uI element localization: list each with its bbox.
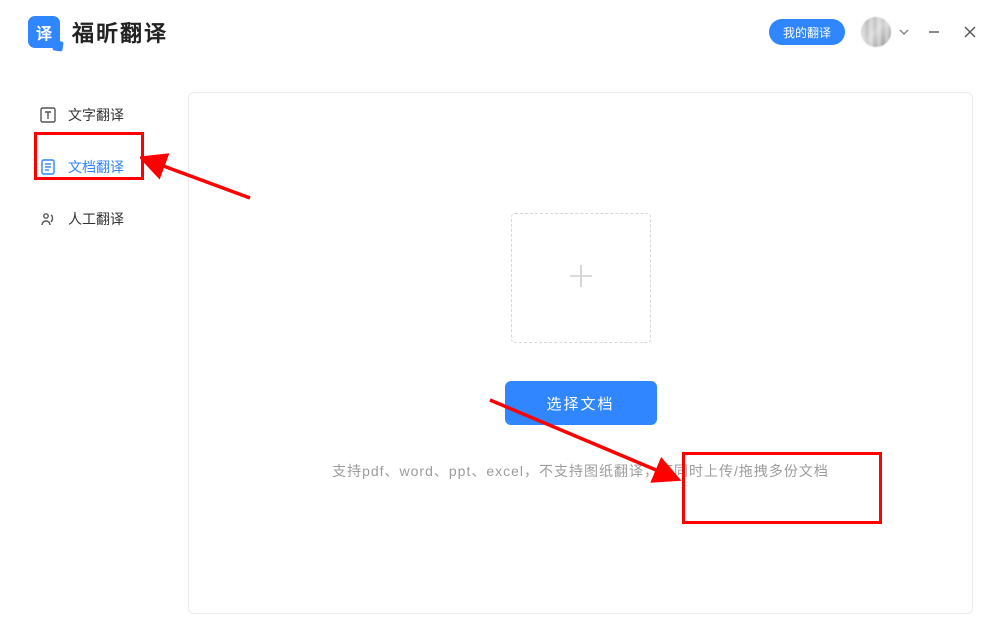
- supported-formats-hint: 支持pdf、word、ppt、excel，不支持图纸翻译，可同时上传/拖拽多份文…: [332, 461, 829, 481]
- sidebar-item-label: 人工翻译: [68, 209, 124, 229]
- body: 文字翻译 文档翻译 人工翻译: [0, 64, 1001, 642]
- app-logo-char: 译: [36, 20, 52, 44]
- app-logo-icon: 译: [28, 16, 60, 48]
- app-title: 福昕翻译: [72, 16, 168, 48]
- text-icon: [38, 105, 58, 125]
- sidebar-item-doc[interactable]: 文档翻译: [34, 146, 158, 188]
- content-panel: 选择文档 支持pdf、word、ppt、excel，不支持图纸翻译，可同时上传/…: [188, 92, 973, 614]
- sidebar-item-label: 文档翻译: [68, 157, 124, 177]
- select-document-button[interactable]: 选择文档: [505, 381, 657, 425]
- plus-icon: [564, 259, 598, 298]
- human-icon: [38, 209, 58, 229]
- sidebar-item-text[interactable]: 文字翻译: [34, 94, 158, 136]
- window-minimize-button[interactable]: [919, 17, 949, 47]
- window-close-button[interactable]: [955, 17, 985, 47]
- app-window: 译 福昕翻译 我的翻译 文字翻译: [0, 0, 1001, 642]
- sidebar-item-human[interactable]: 人工翻译: [34, 198, 158, 240]
- app-logo-corner: [52, 40, 63, 51]
- my-translations-button[interactable]: 我的翻译: [769, 19, 845, 45]
- avatar-dropdown-chevron-icon[interactable]: [895, 29, 913, 35]
- header-bar: 译 福昕翻译 我的翻译: [0, 0, 1001, 64]
- sidebar: 文字翻译 文档翻译 人工翻译: [0, 64, 180, 642]
- user-avatar[interactable]: [861, 17, 891, 47]
- main-area: 选择文档 支持pdf、word、ppt、excel，不支持图纸翻译，可同时上传/…: [180, 64, 1001, 642]
- document-icon: [38, 157, 58, 177]
- sidebar-item-label: 文字翻译: [68, 105, 124, 125]
- file-dropzone[interactable]: [511, 213, 651, 343]
